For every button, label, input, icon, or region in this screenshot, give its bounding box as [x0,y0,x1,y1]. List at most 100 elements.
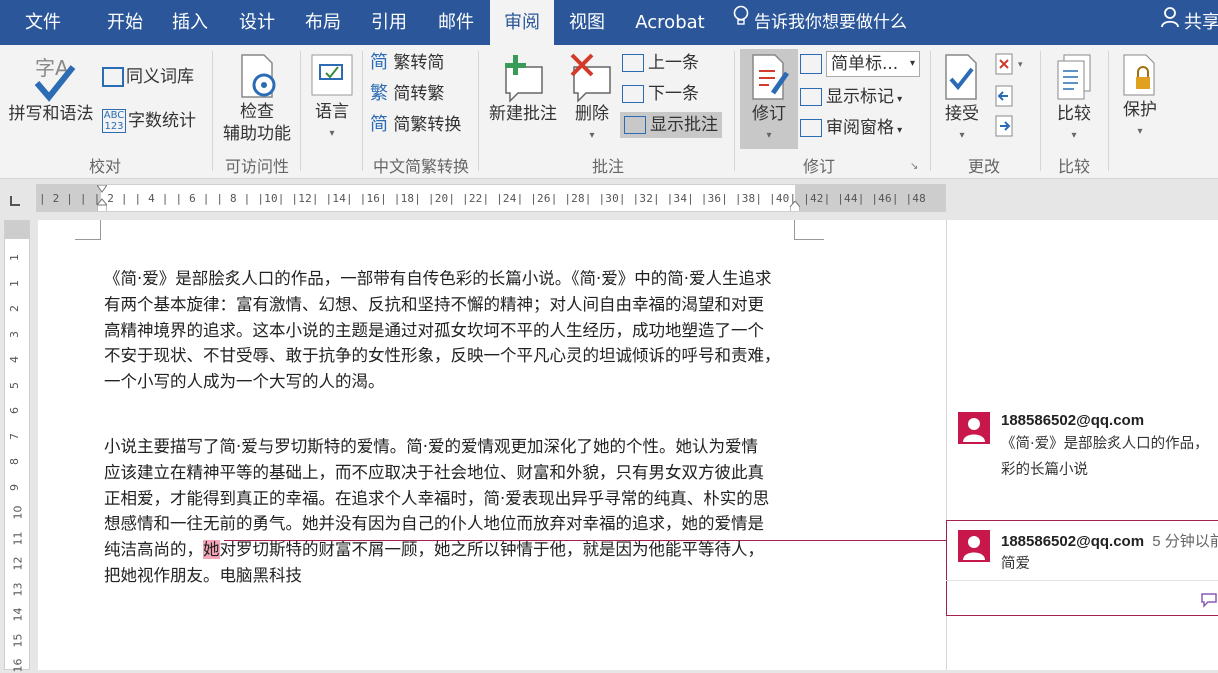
separator [930,51,931,171]
prev-label: 上一条 [648,53,699,73]
chevron-down-icon: ▾ [894,125,903,136]
tab-insert[interactable]: 插入 [160,0,220,45]
group-chinese-conversion: 中文简繁转换 [372,157,469,176]
convert-button[interactable]: 简 简繁转换 [370,113,461,137]
next-comment-button[interactable]: 下一条 [622,82,699,106]
word-count-button[interactable]: ABC 123 字数统计 [102,109,196,133]
reject-icon[interactable]: ▾ [994,53,1028,79]
delete-comment-button[interactable]: 删除 ▾ [566,53,618,147]
vruler-tick-label: 16 [11,658,25,673]
comment-1[interactable]: 188586502@qq.com 《简·爱》是部脍炙人口的作品， 彩的长篇小说 [958,412,1218,512]
paragraph-1[interactable]: 《简·爱》是部脍炙人口的作品，一部带有自传色彩的长篇小说。《简·爱》中的简·爱人… [104,266,804,395]
show-comments-button[interactable]: 显示批注 [620,112,722,138]
tab-references[interactable]: 引用 [358,0,420,45]
spelling-grammar-button[interactable]: 字A 拼写和语法 [4,53,98,125]
tab-mailings[interactable]: 邮件 [426,0,486,45]
share-label: 共享 [1184,12,1218,33]
compare-icon [1046,53,1102,103]
tell-me-box[interactable]: 告诉我你想要做什么 [732,0,907,45]
previous-comment-button[interactable]: 上一条 [622,51,699,75]
comment-anchor-highlight[interactable]: 她 [203,540,220,560]
tab-file[interactable]: 文件 [10,0,76,45]
delete-comment-icon [566,53,618,103]
track-changes-button[interactable]: 修订 ▾ [740,49,798,149]
right-indent-marker-icon[interactable] [789,200,801,211]
new-comment-button[interactable]: 新建批注 [482,53,564,125]
vruler-tick-label: 9 [8,483,21,491]
trad-to-simp-button[interactable]: 简 繁转简 [370,51,444,75]
vertical-ruler[interactable]: 1 1 2 3 4 5 6 7 8 9 10 11 12 13 14 15 16 [4,220,30,673]
separator [362,51,363,171]
thesaurus-button[interactable]: 同义词库 [102,65,194,89]
svg-text:▾: ▾ [1018,60,1023,70]
reply-icon[interactable] [1200,590,1218,612]
next-change-icon[interactable] [994,115,1016,141]
word-count-label: 字数统计 [128,111,196,131]
ribbon-review: 字A 拼写和语法 同义词库 ABC 123 字数统计 校对 检查 辅助功能 可访问性… [0,45,1218,179]
accept-label: 接受 [945,104,979,124]
tab-review[interactable]: 审阅 [490,0,554,45]
chevron-down-icon: ▾ [589,130,595,141]
separator [300,51,301,171]
text-line: 小说主要描写了简·爱与罗切斯特的爱情。简·爱的爱情观更加深化了她的个性。她认为爱… [104,437,758,456]
compare-button[interactable]: 比较 ▾ [1046,53,1102,147]
text-line: 一个小写的人成为一个大写的人的渴。 [104,372,385,392]
check-label-1: 检查 [240,102,274,122]
text-line: 高精神境界的追求。这本小说的主题是通过对孤女坎坷不平的人生经历，成功地塑造了一个 [104,320,764,340]
simp-trad-icon: 繁 [370,83,388,104]
accept-icon [936,53,988,103]
accessibility-check-icon [216,53,298,101]
vruler-tick-label: 13 [11,582,25,596]
separator [1108,51,1109,171]
delete-label: 删除 [575,104,609,124]
tab-selector-icon[interactable] [10,196,20,206]
share-button[interactable]: 共享 [1160,0,1218,45]
comment-author: 188586502@qq.com [1001,412,1145,429]
text-line: 不安于现状、不甘受辱、敢于抗争的女性形象，反映一个平凡心灵的坦诚倾诉的呼号和责难… [104,346,781,366]
chevron-down-icon: ▾ [1071,130,1077,141]
simp-to-trad-button[interactable]: 繁 简转繁 [370,82,444,106]
vruler-tick-label: 1 [8,254,21,261]
separator [478,51,479,171]
vruler-tick-label: 15 [11,633,25,647]
comment-connector-line [224,540,946,541]
vruler-tick-label: 6 [8,407,21,414]
indent-marker-icon[interactable] [95,185,109,211]
group-proofing: 校对 [88,157,121,176]
text-span: 对罗切斯特的财富不屑一顾，她之所以钟情于他，就是因为他能平等待人， [219,540,765,560]
book-icon [102,67,124,87]
text-line: 有两个基本旋律：富有激情、幻想、反抗和坚持不懈的精神；对人间自由幸福的渴望和对更 [104,294,764,314]
comment-author-name: 188586502@qq.com [1001,533,1145,550]
tab-acrobat[interactable]: Acrobat [624,0,716,45]
markup-dropdown[interactable]: 简单标... ▾ [800,51,920,77]
accept-button[interactable]: 接受 ▾ [936,53,988,147]
tab-layout[interactable]: 布局 [293,0,353,45]
text-line: 《简·爱》是部脍炙人口的作品，一部带有自传色彩的长篇小说。《简·爱》中的简·爱人… [104,269,772,288]
abc123-icon: ABC 123 [102,109,126,133]
check-accessibility-button[interactable]: 检查 辅助功能 [216,53,298,145]
show-markup-button[interactable]: 显示标记 ▾ [800,85,902,112]
text-line-commented: 纯洁高尚的，她对罗切斯特的财富不屑一顾，她之所以钟情于他，就是因为他能平等待人， [104,537,804,563]
separator [212,51,213,171]
review-pane-icon [800,119,822,137]
protect-button[interactable]: 保护 ▾ [1112,53,1168,143]
person-icon [1160,1,1184,46]
language-button[interactable]: 语言 ▾ [304,53,360,145]
review-pane-button[interactable]: 审阅窗格 ▾ [800,116,902,143]
tab-design[interactable]: 设计 [226,0,288,45]
markup-icon [800,54,822,74]
tab-view[interactable]: 视图 [557,0,617,45]
vruler-tick-label: 4 [8,356,21,363]
convert-icon: 简 [370,114,388,135]
paragraph-2[interactable]: 小说主要描写了简·爱与罗切斯特的爱情。简·爱的爱情观更加深化了她的个性。她认为爱… [104,434,804,589]
vruler-tick-label: 5 [8,381,21,389]
group-comments: 批注 [591,157,624,176]
dialog-launcher-icon[interactable]: ↘ [910,161,918,172]
new-comment-icon [482,53,564,103]
tab-home[interactable]: 开始 [95,0,155,45]
vruler-tick-label: 12 [11,556,25,571]
comment-2[interactable]: 188586502@qq.com 5 分钟以前 简爱 [958,530,1218,610]
previous-change-icon[interactable] [994,85,1016,111]
separator [734,51,735,171]
horizontal-ruler[interactable]: | 2 | | | 2 | | 4 | | 6 | | 8 | |10| |12… [36,184,946,212]
